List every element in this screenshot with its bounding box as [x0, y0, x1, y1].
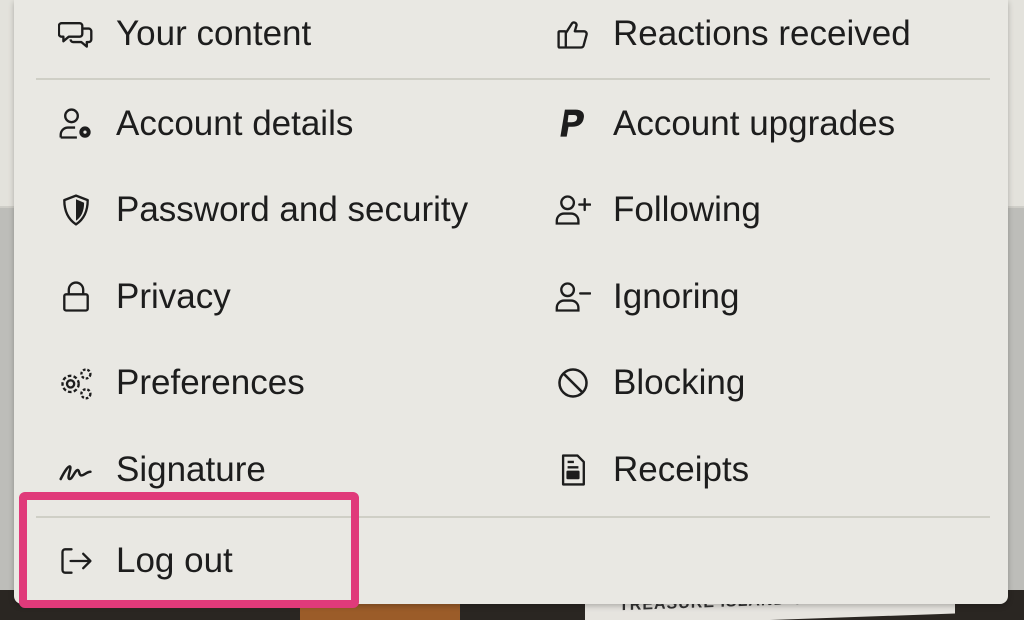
menu-item-account-upgrades[interactable]: Account upgrades: [555, 95, 895, 153]
menu-item-preferences[interactable]: Preferences: [58, 354, 305, 412]
user-minus-icon: [555, 268, 603, 326]
user-cog-icon: [58, 95, 106, 153]
menu-item-following[interactable]: Following: [555, 181, 761, 239]
sign-out-icon: [58, 532, 106, 590]
paypal-icon: [555, 95, 603, 153]
account-dropdown-menu: Your content Reactions received Account …: [14, 0, 1008, 604]
menu-item-label: Your content: [116, 14, 312, 53]
lock-icon: [58, 268, 106, 326]
menu-item-label: Password and security: [116, 190, 469, 229]
menu-item-receipts[interactable]: Receipts: [555, 441, 749, 499]
menu-item-label: Ignoring: [613, 277, 740, 316]
menu-item-privacy[interactable]: Privacy: [58, 268, 231, 326]
receipt-icon: [555, 441, 603, 499]
ban-icon: [555, 354, 603, 412]
logout-button[interactable]: Log out: [58, 532, 233, 590]
gears-icon: [58, 354, 106, 412]
user-plus-icon: [555, 181, 603, 239]
menu-item-label: Reactions received: [613, 14, 911, 53]
menu-item-password-and-security[interactable]: Password and security: [58, 181, 468, 239]
thumbs-up-icon: [555, 5, 603, 63]
menu-item-account-details[interactable]: Account details: [58, 95, 353, 153]
menu-item-label: Signature: [116, 450, 266, 489]
signature-icon: [58, 441, 106, 499]
comments-icon: [58, 5, 106, 63]
menu-item-label: Blocking: [613, 363, 746, 402]
menu-item-your-content[interactable]: Your content: [58, 5, 311, 63]
menu-item-label: Following: [613, 190, 761, 229]
menu-divider: [36, 78, 990, 80]
shield-icon: [58, 181, 106, 239]
menu-item-label: Account upgrades: [613, 104, 896, 143]
menu-item-label: Privacy: [116, 277, 231, 316]
menu-divider: [36, 516, 990, 518]
menu-item-label: Receipts: [613, 450, 750, 489]
menu-item-signature[interactable]: Signature: [58, 441, 266, 499]
menu-item-blocking[interactable]: Blocking: [555, 354, 745, 412]
logout-label: Log out: [116, 541, 233, 580]
menu-item-label: Account details: [116, 104, 354, 143]
menu-item-ignoring[interactable]: Ignoring: [555, 268, 739, 326]
menu-item-label: Preferences: [116, 363, 305, 402]
menu-item-reactions-received[interactable]: Reactions received: [555, 5, 911, 63]
